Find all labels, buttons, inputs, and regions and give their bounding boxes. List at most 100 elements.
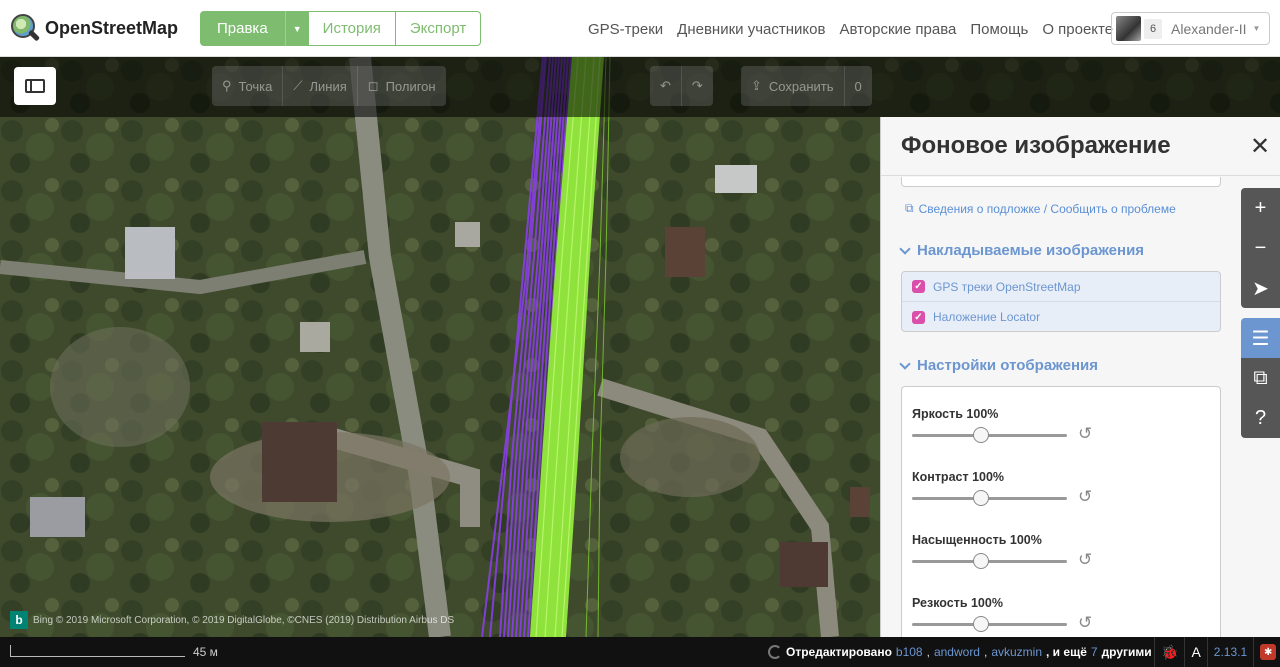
editor-link[interactable]: b108: [896, 645, 923, 659]
redo-button[interactable]: ↷: [682, 66, 713, 106]
chevron-down-icon: ▼: [292, 23, 302, 34]
username: Alexander-II: [1171, 20, 1247, 37]
display-options-toggle[interactable]: Настройки отображения: [899, 357, 1098, 374]
reset-icon[interactable]: ↺: [1078, 550, 1092, 570]
slider-handle[interactable]: [973, 616, 989, 632]
slider-handle[interactable]: [973, 490, 989, 506]
sidebar-toggle-button[interactable]: [14, 67, 56, 105]
nav-link-copyright[interactable]: Авторские права: [839, 21, 956, 38]
list-item[interactable]: ✓ Наложение Locator: [902, 302, 1220, 332]
pane-title: Фоновое изображение: [901, 132, 1171, 159]
pane-body[interactable]: ⧉ Сведения о подложке / Сообщить о пробл…: [881, 177, 1280, 637]
undo-button[interactable]: ↶: [650, 66, 682, 106]
editor-link[interactable]: avkuzmin: [991, 645, 1042, 659]
avatar: [1116, 16, 1141, 41]
nav-link-about[interactable]: О проекте: [1042, 21, 1113, 38]
edit-button[interactable]: Правка: [200, 11, 285, 46]
imagery-info-link[interactable]: ⧉ Сведения о подложке / Сообщить о пробл…: [905, 201, 1176, 216]
zoom-in-icon[interactable]: +: [1241, 188, 1280, 228]
pane-header: Фоновое изображение ✕: [881, 117, 1280, 176]
list-item[interactable]: ✓ GPS треки OpenStreetMap: [902, 272, 1220, 302]
bug-icon: ✱: [1260, 644, 1277, 660]
imagery-info-label: Сведения о подложке / Сообщить о проблем…: [918, 201, 1176, 216]
help-icon[interactable]: ?: [1241, 398, 1280, 438]
edited-tail-2: другими: [1101, 645, 1152, 659]
undo-icon: ↶: [660, 78, 671, 93]
overlays-section-toggle[interactable]: Накладываемые изображения: [899, 242, 1145, 259]
checkbox-checked[interactable]: ✓: [912, 280, 925, 293]
overlays-heading: Накладываемые изображения: [917, 242, 1145, 259]
bug-report-button[interactable]: ✱: [1253, 637, 1280, 667]
attribution-text[interactable]: Bing © 2019 Microsoft Corporation, © 201…: [33, 615, 454, 626]
overlays-list: ✓ GPS треки OpenStreetMap ✓ Наложение Lo…: [901, 271, 1221, 332]
user-menu[interactable]: 6 Alexander-II ▼: [1111, 12, 1270, 45]
edit-button-group: Правка ▼ История Экспорт: [200, 11, 482, 46]
sidebar-icon: [25, 79, 45, 93]
nav-link-diaries[interactable]: Дневники участников: [677, 21, 825, 38]
brightness-slider[interactable]: [912, 427, 1067, 443]
save-group: ⇪ Сохранить 0: [741, 66, 872, 106]
sharpness-slider[interactable]: [912, 616, 1067, 632]
display-options-heading: Настройки отображения: [917, 357, 1098, 374]
osm-magnifier-icon: [10, 13, 41, 43]
translate-icon[interactable]: A: [1184, 637, 1206, 667]
reset-icon[interactable]: ↺: [1078, 424, 1092, 444]
footer-tools: 🐞 A 2.13.1 ✱: [1154, 637, 1280, 667]
save-count-badge: 0: [854, 78, 862, 94]
history-button[interactable]: История: [308, 11, 396, 46]
zoom-out-icon[interactable]: −: [1241, 228, 1280, 268]
edited-tail: , и ещё: [1046, 645, 1087, 659]
map-canvas[interactable]: ⚲ Точка ⟋ Линия ◻ Полигон ↶ ↷ ⇪ Сохранит…: [0, 57, 1280, 637]
overlay-label: Наложение Locator: [933, 310, 1041, 324]
brightness-label: Яркость 100%: [912, 407, 999, 421]
edited-prefix: Отредактировано: [786, 645, 892, 659]
map-data-icon[interactable]: ⧉: [1241, 358, 1280, 398]
upload-icon: ⇪: [751, 78, 762, 93]
editor-toolbar: ⚲ Точка ⟋ Линия ◻ Полигон ↶ ↷ ⇪ Сохранит…: [0, 57, 1280, 117]
loading-icon: [768, 645, 782, 659]
editor-link[interactable]: andword: [934, 645, 980, 659]
imagery-list-tail: [901, 177, 1221, 187]
slider-handle[interactable]: [973, 553, 989, 569]
nav-link-help[interactable]: Помощь: [970, 21, 1028, 38]
sharpness-label: Резкость 100%: [912, 596, 1003, 610]
contrast-slider[interactable]: [912, 490, 1067, 506]
add-line-button[interactable]: ⟋ Линия: [283, 66, 358, 106]
issues-icon[interactable]: 🐞: [1154, 637, 1184, 667]
add-line-label: Линия: [309, 78, 347, 94]
export-button[interactable]: Экспорт: [395, 11, 482, 46]
undo-redo-group: ↶ ↷: [650, 66, 713, 106]
add-area-button[interactable]: ◻ Полигон: [358, 66, 446, 106]
save-label: Сохранить: [768, 78, 834, 94]
saturation-control: Насыщенность 100% ↺: [912, 533, 1092, 569]
map-controls: + − ➤ ☰ ⧉ ?: [1241, 188, 1280, 438]
slider-handle[interactable]: [973, 427, 989, 443]
map-footer: 45 м Отредактировано b108, andword, avku…: [0, 637, 1280, 667]
version-link[interactable]: 2.13.1: [1206, 637, 1253, 667]
close-icon[interactable]: ✕: [1250, 135, 1270, 159]
background-pane: Фоновое изображение ✕ ⧉ Сведения о подло…: [880, 117, 1280, 637]
add-point-button[interactable]: ⚲ Точка: [212, 66, 284, 106]
contrast-control: Контраст 100% ↺: [912, 470, 1092, 506]
message-count-badge: 6: [1144, 18, 1162, 39]
reset-icon[interactable]: ↺: [1078, 487, 1092, 507]
point-icon: ⚲: [222, 78, 232, 93]
saturation-slider[interactable]: [912, 553, 1067, 569]
edit-dropdown-button[interactable]: ▼: [284, 11, 309, 46]
osm-logo[interactable]: OpenStreetMap: [10, 13, 178, 43]
chevron-down-icon: [899, 357, 911, 370]
saturation-label: Насыщенность 100%: [912, 533, 1042, 547]
save-button[interactable]: ⇪ Сохранить: [741, 66, 845, 106]
chevron-down-icon: ▼: [1252, 24, 1261, 33]
contrast-label: Контраст 100%: [912, 470, 1005, 484]
scale-bar[interactable]: [10, 645, 185, 657]
display-options: Яркость 100% ↺ Контраст 100% ↺ Насыщенно…: [901, 386, 1221, 637]
reset-icon[interactable]: ↺: [1078, 613, 1092, 633]
nav-link-gps-traces[interactable]: GPS-треки: [588, 21, 663, 38]
more-editors-link[interactable]: 7: [1091, 645, 1098, 659]
scale-label: 45 м: [193, 645, 218, 659]
layers-icon[interactable]: ☰: [1241, 318, 1280, 358]
checkbox-checked[interactable]: ✓: [912, 310, 925, 324]
overlay-label: GPS треки OpenStreetMap: [933, 279, 1081, 294]
geolocate-icon[interactable]: ➤: [1241, 268, 1280, 308]
